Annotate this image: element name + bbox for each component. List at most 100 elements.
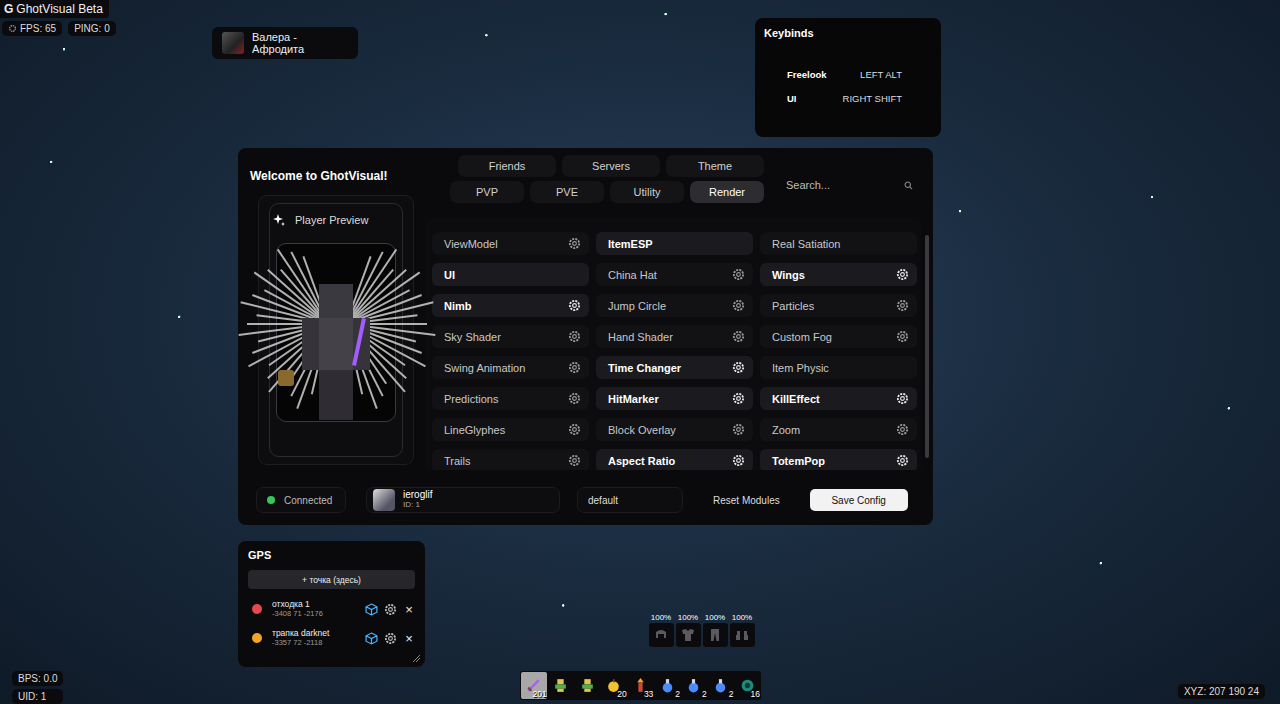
boots-icon bbox=[734, 627, 750, 643]
module-toggle[interactable]: LineGlyphes bbox=[432, 418, 589, 441]
hotbar-slot[interactable]: 2 bbox=[708, 672, 734, 699]
keybind-row: FreelookLEFT ALT bbox=[787, 67, 902, 81]
module-toggle[interactable]: Time Changer bbox=[596, 356, 753, 379]
tab[interactable]: Render bbox=[690, 181, 764, 203]
armor-slot: 100% bbox=[702, 613, 728, 647]
module-grid: ViewModel ItemESP Real Satiation UI China Ha… bbox=[426, 218, 921, 470]
resize-icon[interactable] bbox=[411, 653, 421, 663]
gear-icon[interactable] bbox=[896, 423, 909, 436]
gear-icon[interactable] bbox=[384, 603, 397, 616]
stats-row: FPS: 65PING: 0 bbox=[2, 21, 116, 36]
cube-icon[interactable] bbox=[365, 603, 378, 616]
hotbar-slot[interactable] bbox=[548, 672, 574, 699]
potion-icon bbox=[659, 677, 676, 694]
gear-icon[interactable] bbox=[568, 454, 581, 467]
save-button[interactable]: Save Config bbox=[810, 489, 908, 511]
module-toggle[interactable]: China Hat bbox=[596, 263, 753, 286]
remove-waypoint-button[interactable]: × bbox=[403, 602, 415, 617]
tab[interactable]: Utility bbox=[610, 181, 684, 203]
gear-icon[interactable] bbox=[896, 330, 909, 343]
gear-icon[interactable] bbox=[896, 299, 909, 312]
module-toggle[interactable]: Real Satiation bbox=[760, 232, 917, 255]
module-toggle[interactable]: Aspect Ratio bbox=[596, 449, 753, 470]
gear-icon[interactable] bbox=[568, 361, 581, 374]
gear-icon[interactable] bbox=[896, 268, 909, 281]
gear-icon[interactable] bbox=[568, 330, 581, 343]
chestplate-icon bbox=[680, 627, 696, 643]
helmet-icon bbox=[653, 627, 669, 643]
module-toggle[interactable]: ItemESP bbox=[596, 232, 753, 255]
gear-icon[interactable] bbox=[732, 299, 745, 312]
gear-icon[interactable] bbox=[732, 423, 745, 436]
hotbar-slot[interactable] bbox=[574, 672, 600, 699]
gear-icon[interactable] bbox=[732, 330, 745, 343]
player-model[interactable] bbox=[276, 243, 396, 422]
module-toggle[interactable]: Hand Shader bbox=[596, 325, 753, 348]
module-toggle[interactable]: Sky Shader bbox=[432, 325, 589, 348]
tab[interactable]: PVP bbox=[450, 181, 524, 203]
tab[interactable]: Theme bbox=[666, 155, 764, 177]
scrollbar[interactable] bbox=[925, 235, 929, 470]
tab[interactable]: Servers bbox=[562, 155, 660, 177]
potion-icon bbox=[712, 677, 729, 694]
info-pill: UID: 1 bbox=[12, 689, 63, 704]
module-toggle[interactable]: Jump Circle bbox=[596, 294, 753, 317]
user-avatar bbox=[373, 489, 395, 511]
hotbar: 201203322216 bbox=[520, 671, 761, 700]
tab[interactable]: Friends bbox=[458, 155, 556, 177]
module-toggle[interactable]: Predictions bbox=[432, 387, 589, 410]
hotbar-slot[interactable]: 2 bbox=[681, 672, 707, 699]
module-toggle[interactable]: ViewModel bbox=[432, 232, 589, 255]
gear-icon[interactable] bbox=[732, 361, 745, 374]
module-toggle[interactable]: Nimb bbox=[432, 294, 589, 317]
module-toggle[interactable]: Swing Animation bbox=[432, 356, 589, 379]
module-toggle[interactable]: HitMarker bbox=[596, 387, 753, 410]
add-waypoint-button[interactable]: + точка (здесь) bbox=[248, 570, 415, 589]
gear-icon[interactable] bbox=[732, 392, 745, 405]
module-toggle[interactable]: Particles bbox=[760, 294, 917, 317]
gear-icon[interactable] bbox=[732, 454, 745, 467]
reset-button[interactable]: Reset Modules bbox=[713, 495, 780, 506]
gear-icon[interactable] bbox=[384, 632, 397, 645]
cube-icon[interactable] bbox=[365, 632, 378, 645]
armor-slot: 100% bbox=[648, 613, 674, 647]
brand-title: GhotVisual Beta bbox=[16, 2, 103, 16]
module-toggle[interactable]: Wings bbox=[760, 263, 917, 286]
user-card: ieroglifID: 1 bbox=[366, 487, 560, 513]
hotbar-slot[interactable]: 16 bbox=[734, 672, 760, 699]
module-toggle[interactable]: Custom Fog bbox=[760, 325, 917, 348]
gear-icon[interactable] bbox=[568, 423, 581, 436]
gear-icon[interactable] bbox=[732, 268, 745, 281]
search-field[interactable]: Search... bbox=[776, 167, 921, 203]
gps-panel[interactable]: GPS + точка (здесь) отходка 1-3408 71 -217… bbox=[238, 541, 425, 667]
hotbar-slot[interactable]: 33 bbox=[628, 672, 654, 699]
logo-icon: G bbox=[4, 2, 13, 16]
menu-title: Welcome to GhotVisual! bbox=[250, 169, 426, 183]
config-field[interactable]: default bbox=[577, 487, 683, 513]
hotbar-slot[interactable]: 2 bbox=[654, 672, 680, 699]
gear-icon[interactable] bbox=[568, 237, 581, 250]
module-toggle[interactable]: Item Physic bbox=[760, 356, 917, 379]
menu-footer: ConnectedieroglifID: 1defaultReset Modul… bbox=[250, 485, 929, 515]
module-toggle[interactable]: Block Overlay bbox=[596, 418, 753, 441]
gear-icon[interactable] bbox=[568, 299, 581, 312]
totem-icon bbox=[552, 677, 569, 694]
module-toggle[interactable]: Zoom bbox=[760, 418, 917, 441]
gps-title: GPS bbox=[248, 549, 415, 561]
gear-icon[interactable] bbox=[896, 454, 909, 467]
remove-waypoint-button[interactable]: × bbox=[403, 631, 415, 646]
module-toggle[interactable]: UI bbox=[432, 263, 589, 286]
hotbar-slot[interactable]: 20 bbox=[601, 672, 627, 699]
waypoint-row: отходка 1-3408 71 -2176× bbox=[248, 599, 415, 619]
tab[interactable]: PVE bbox=[530, 181, 604, 203]
module-toggle[interactable]: TotemPop bbox=[760, 449, 917, 470]
preview-title: Player Preview bbox=[295, 214, 368, 226]
gear-icon[interactable] bbox=[896, 392, 909, 405]
module-toggle[interactable]: KillEffect bbox=[760, 387, 917, 410]
hotbar-slot[interactable]: 201 bbox=[521, 672, 547, 699]
module-toggle[interactable]: Trails bbox=[432, 449, 589, 470]
gear-icon[interactable] bbox=[568, 392, 581, 405]
album-cover bbox=[222, 32, 244, 54]
bottom-left-info: BPS: 0.0UID: 1 bbox=[12, 671, 63, 704]
keybinds-panel[interactable]: KeybindsFreelookLEFT ALTUIRIGHT SHIFT bbox=[755, 18, 941, 137]
